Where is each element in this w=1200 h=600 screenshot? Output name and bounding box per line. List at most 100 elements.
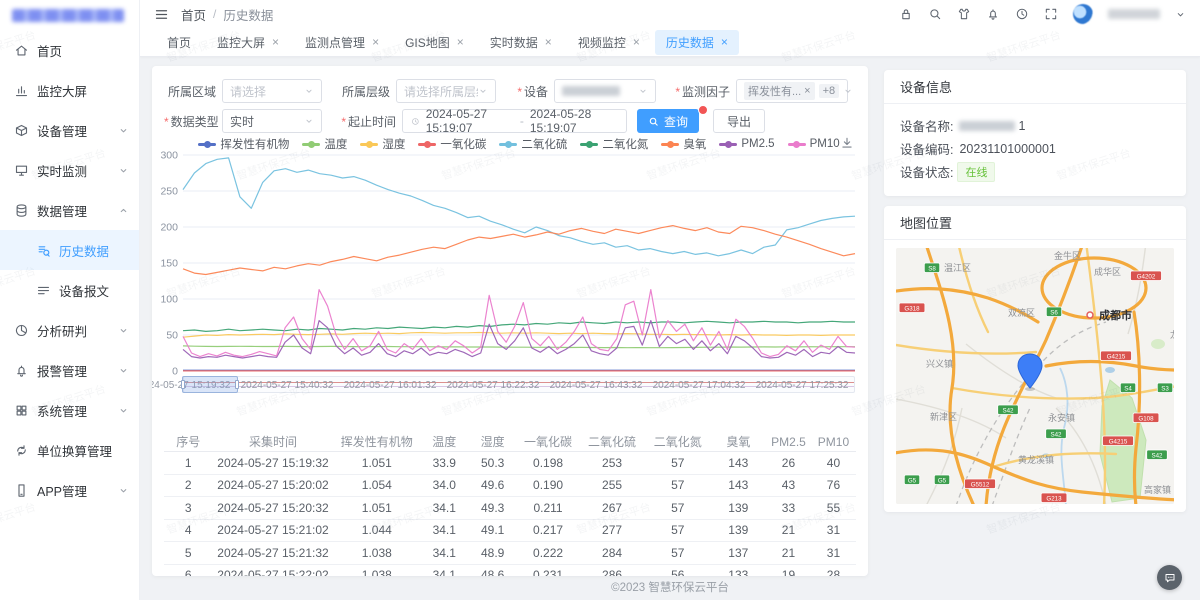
svg-text:S4: S4 [1124,385,1132,392]
tab-历史数据[interactable]: 历史数据× [655,30,739,55]
column-header: 温度 [420,433,468,450]
device-value-blurred [562,86,620,96]
fullscreen-icon[interactable] [1044,7,1058,21]
column-header: 挥发性有机物 [334,433,421,450]
tab-监控大屏[interactable]: 监控大屏× [206,30,290,55]
datatype-value: 实时 [230,113,254,130]
sidebar-item-app-mgmt[interactable]: APP管理 [0,470,139,510]
tag-close-icon[interactable]: × [804,85,810,97]
table-cell: 255 [579,478,645,492]
table-row[interactable]: 62024-05-27 15:22:021.03834.148.60.23128… [164,565,856,577]
tab-label: 首页 [167,34,191,51]
factor-tag[interactable]: 挥发性有...× [744,82,815,100]
tab-监测点管理[interactable]: 监测点管理 × [294,30,390,55]
datazoom-slider[interactable]: 2024-05-27 15:19:322024-05-27 15:40:3220… [183,376,855,393]
search-button[interactable]: 查询 [637,109,699,133]
table-row[interactable]: 12024-05-27 15:19:321.05133.950.30.19825… [164,452,856,475]
time-end-value[interactable]: 2024-05-28 15:19:07 [530,107,618,135]
device-select[interactable] [554,79,656,103]
table-cell: 43 [766,478,811,492]
table-cell: 31 [811,523,856,537]
table-row[interactable]: 32024-05-27 15:20:321.05134.149.30.21126… [164,497,856,520]
chevron-down-icon [304,86,314,96]
sidebar-item-big-screen[interactable]: 监控大屏 [0,70,139,110]
legend-item-PM10[interactable]: PM10 [788,138,840,150]
search-icon[interactable] [928,7,942,21]
chat-fab-button[interactable] [1157,565,1182,590]
table-cell: 40 [811,456,856,470]
table-cell: 2024-05-27 15:19:32 [212,456,333,470]
region-select[interactable]: 请选择 [222,79,322,103]
datazoom-handle-right[interactable] [235,380,239,389]
tab-close-icon[interactable]: × [457,36,464,48]
tab-close-icon[interactable]: × [633,36,640,48]
legend-item-PM2.5[interactable]: PM2.5 [719,138,774,150]
time-icon[interactable] [1015,7,1029,21]
series-二氧化氮 [183,321,855,331]
table-cell: 49.1 [468,523,516,537]
history-line-chart[interactable]: 050100150200250300 [152,150,868,376]
sidebar-item-unit-convert[interactable]: 单位换算管理 [0,430,139,470]
table-cell: 2024-05-27 15:21:32 [212,546,333,560]
sidebar-item-alarm-mgmt[interactable]: 报警管理 [0,350,139,390]
legend-marker [302,140,320,148]
tab-close-icon[interactable]: × [721,36,728,48]
sidebar-item-history-data[interactable]: 历史数据 [0,230,139,270]
sidebar-item-device-message[interactable]: 设备报文 [0,270,139,310]
datazoom-handle-left[interactable] [181,380,185,389]
level-select[interactable]: 请选择所属层级 [396,79,496,103]
sidebar-item-device-mgmt[interactable]: 设备管理 [0,110,139,150]
status-badge: 在线 [957,162,995,182]
convert-icon [14,443,29,458]
x-tick-label: 2024-05-27 15:40:32 [241,380,334,391]
map-title: 地图位置 [884,206,1186,240]
sidebar-item-realtime[interactable]: 实时监测 [0,150,139,190]
sidebar-item-system-mgmt[interactable]: 系统管理 [0,390,139,430]
sidebar-item-home[interactable]: 首页 [0,30,139,70]
export-button[interactable]: 导出 [713,109,765,133]
table-cell: 26 [766,456,811,470]
table-row[interactable]: 42024-05-27 15:21:021.04434.149.10.21727… [164,520,856,543]
factor-more-tag[interactable]: +8 [819,84,840,98]
tab-视频监控[interactable]: 视频监控× [567,30,651,55]
svg-text:G4215: G4215 [1109,438,1128,445]
factor-multiselect[interactable]: 挥发性有...× +8 [736,79,848,103]
table-row[interactable]: 22024-05-27 15:20:021.05434.049.60.19025… [164,475,856,498]
tab-label: 监测点管理 [305,34,365,51]
table-cell: 1.038 [334,546,421,560]
breadcrumb-home[interactable]: 首页 [181,5,206,24]
tab-首页[interactable]: 首页 [156,30,202,55]
tab-close-icon[interactable]: × [272,36,279,48]
breadcrumb-separator: / [213,7,216,21]
download-icon[interactable] [840,136,854,150]
lines-icon [36,283,51,298]
hamburger-menu-icon[interactable] [154,7,169,22]
table-cell: 48.6 [468,568,516,576]
sidebar-item-analysis[interactable]: 分析研判 [0,310,139,350]
table-row[interactable]: 52024-05-27 15:21:321.03834.148.90.22228… [164,542,856,565]
clock-icon [411,116,420,127]
datatype-select[interactable]: 实时 [222,109,322,133]
sidebar-item-data-mgmt[interactable]: 数据管理 [0,190,139,230]
datazoom-selection[interactable] [182,376,238,393]
time-start-value[interactable]: 2024-05-27 15:19:07 [426,107,514,135]
theme-icon[interactable] [957,7,971,21]
column-header: 二氧化氮 [645,433,711,450]
tab-GIS地图[interactable]: GIS地图× [394,30,475,55]
user-chevron-down-icon[interactable] [1175,9,1186,20]
bell-icon[interactable] [986,7,1000,21]
table-cell: 1.051 [334,456,421,470]
notification-dot [698,105,708,115]
timerange-input[interactable]: 2024-05-27 15:19:07 - 2024-05-28 15:19:0… [402,109,627,133]
map-canvas[interactable]: 温江区金牛区成华区双流区龙兴义镇新津区永安镇黄龙溪镇高家镇成都市 S8G318G… [896,248,1174,504]
tab-close-icon[interactable]: × [372,36,379,48]
x-tick-label: 2024-05-27 17:04:32 [653,380,746,391]
table-cell: 57 [645,456,711,470]
avatar[interactable] [1073,4,1093,24]
sidebar-menu: 首页监控大屏设备管理实时监测数据管理历史数据设备报文分析研判报警管理系统管理单位… [0,30,139,510]
tab-close-icon[interactable]: × [545,36,552,48]
tab-实时数据[interactable]: 实时数据× [479,30,563,55]
lock-icon[interactable] [899,7,913,21]
table-cell: 34.1 [420,568,468,576]
device-info-card: 设备信息 设备名称: 1 设备编码: 20231101000001 设备状态: … [884,70,1186,196]
